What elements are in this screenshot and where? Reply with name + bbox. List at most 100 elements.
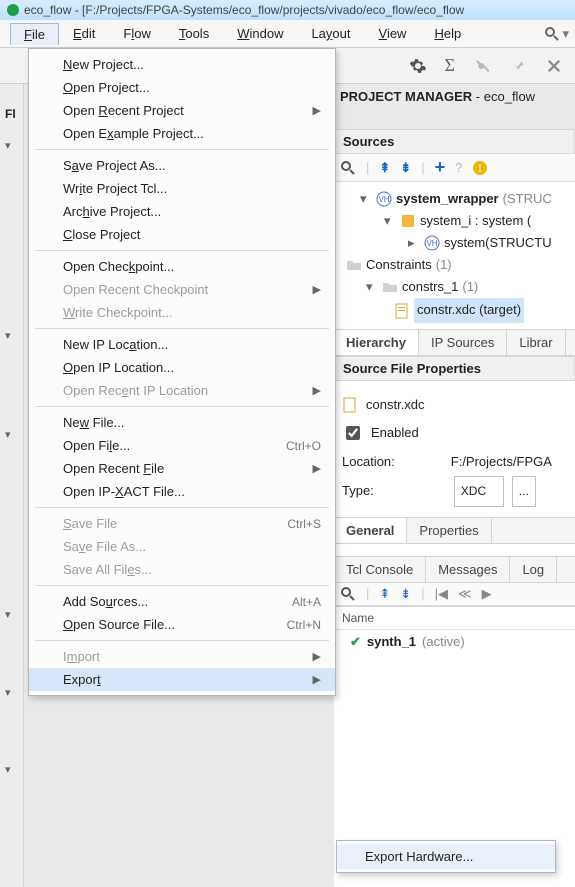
left-strip-label: Fl <box>0 104 21 124</box>
mi-open-ipxact-file[interactable]: Open IP-XACT File... <box>29 480 335 503</box>
mi-open-ip-location[interactable]: Open IP Location... <box>29 356 335 379</box>
enabled-checkbox[interactable] <box>346 426 360 440</box>
app-icon <box>6 3 20 17</box>
file-menu-dropdown: New Project... Open Project... Open Rece… <box>28 48 336 696</box>
tree-row[interactable]: Constraints (1) <box>338 254 571 276</box>
mi-open-file[interactable]: Open File...Ctrl+O <box>29 434 335 457</box>
tab-log[interactable]: Log <box>510 557 557 582</box>
mi-export-hardware[interactable]: Export Hardware... <box>337 844 555 869</box>
mi-open-example-project[interactable]: Open Example Project... <box>29 122 335 145</box>
sources-header: Sources <box>334 129 575 154</box>
type-label: Type: <box>342 477 374 506</box>
menu-edit[interactable]: Edit <box>59 22 109 45</box>
vhdl-icon: VH <box>424 235 440 251</box>
run-row[interactable]: ✔ synth_1 (active) <box>334 630 575 654</box>
mi-open-recent-project[interactable]: Open Recent Project▶ <box>29 99 335 122</box>
mi-open-source-file[interactable]: Open Source File...Ctrl+N <box>29 613 335 636</box>
constraint-file-icon <box>342 397 358 413</box>
svg-text:VH: VH <box>378 195 389 204</box>
sources-toolbar: | ⇞ ⇟ | + ? ! <box>334 154 575 182</box>
constraint-file-icon <box>394 303 410 319</box>
tab-messages[interactable]: Messages <box>426 557 510 582</box>
chevron-down-icon[interactable]: ▾ <box>5 139 11 152</box>
menubar: File Edit Flow Tools Window Layout View … <box>0 20 575 48</box>
tab-libraries[interactable]: Librar <box>507 330 565 355</box>
expand-icon[interactable]: ⇟ <box>400 586 411 602</box>
folder-icon <box>346 257 362 273</box>
export-submenu: Export Hardware... <box>336 840 556 873</box>
tree-row[interactable]: ▾ constrs_1 (1) <box>338 276 571 298</box>
type-more-button[interactable]: ... <box>512 476 536 506</box>
chevron-down-icon[interactable]: ▾ <box>5 686 11 699</box>
menu-window[interactable]: Window <box>223 22 297 45</box>
mi-save-file-as: Save File As... <box>29 535 335 558</box>
tree-row[interactable]: constr.xdc (target) <box>338 298 571 322</box>
mi-export[interactable]: Export▶ <box>29 668 335 691</box>
search-icon <box>544 26 560 42</box>
add-icon[interactable]: + <box>435 157 446 178</box>
chevron-down-icon[interactable]: ▾ <box>5 428 11 441</box>
pin-icon[interactable] <box>509 57 527 75</box>
check-icon: ✔ <box>350 634 361 650</box>
mi-archive-project[interactable]: Archive Project... <box>29 200 335 223</box>
selected-file[interactable]: constr.xdc (target) <box>414 298 524 322</box>
mi-save-all-files: Save All Files... <box>29 558 335 581</box>
chevron-down-icon[interactable]: ▾ <box>5 763 11 776</box>
sources-tree: ▾ VH system_wrapper(STRUC ▾ system_i : s… <box>334 182 575 329</box>
mi-save-file: Save FileCtrl+S <box>29 512 335 535</box>
mi-open-recent-file[interactable]: Open Recent File▶ <box>29 457 335 480</box>
properties-body: constr.xdc Enabled Location: F:/Projects… <box>334 381 575 517</box>
first-icon[interactable]: |◀ <box>435 586 448 602</box>
help-icon[interactable]: ? <box>455 160 462 175</box>
tab-ip-sources[interactable]: IP Sources <box>419 330 507 355</box>
tab-hierarchy[interactable]: Hierarchy <box>334 330 419 355</box>
chevron-down-icon[interactable]: ▾ <box>5 329 11 342</box>
menu-layout[interactable]: Layout <box>297 22 364 45</box>
tree-row[interactable]: ▾ VH system_wrapper(STRUC <box>338 188 571 210</box>
menu-file[interactable]: File <box>10 23 59 45</box>
mi-add-sources[interactable]: Add Sources...Alt+A <box>29 590 335 613</box>
tree-row[interactable]: ▾ system_i : system ( <box>338 210 571 232</box>
menu-view[interactable]: View <box>365 22 421 45</box>
cancel-icon[interactable] <box>545 57 563 75</box>
mi-write-checkpoint: Write Checkpoint... <box>29 301 335 324</box>
expand-icon[interactable]: ⇟ <box>400 160 411 176</box>
gear-icon[interactable] <box>409 57 427 75</box>
prev-icon[interactable]: ≪ <box>458 586 472 602</box>
chevron-down-icon[interactable]: ▾ <box>5 608 11 621</box>
search-icon[interactable] <box>340 160 356 176</box>
tree-row[interactable]: ▸ VH system(STRUCTU <box>338 232 571 254</box>
collapse-icon[interactable]: ⇞ <box>379 160 390 176</box>
tab-general[interactable]: General <box>334 518 407 543</box>
mi-save-project-as[interactable]: Save Project As... <box>29 154 335 177</box>
svg-text:!: ! <box>479 163 483 175</box>
sources-tabs: Hierarchy IP Sources Librar <box>334 329 575 356</box>
block-design-icon <box>400 213 416 229</box>
menu-flow[interactable]: Flow <box>109 22 164 45</box>
tab-tcl-console[interactable]: Tcl Console <box>334 557 426 582</box>
mi-new-ip-location[interactable]: New IP Location... <box>29 333 335 356</box>
mi-close-project[interactable]: Close Project <box>29 223 335 246</box>
mi-import: Import▶ <box>29 645 335 668</box>
titlebar: eco_flow - [F:/Projects/FPGA-Systems/eco… <box>0 0 575 20</box>
search-icon[interactable] <box>340 586 356 602</box>
page-title: PROJECT MANAGER - eco_flow <box>340 89 535 104</box>
type-value[interactable]: XDC <box>454 476 504 506</box>
collapse-icon[interactable]: ⇞ <box>379 586 390 602</box>
file-name-label: constr.xdc <box>366 391 425 420</box>
tab-properties[interactable]: Properties <box>407 518 491 543</box>
location-label: Location: <box>342 448 395 477</box>
play-icon[interactable]: ▶ <box>482 586 492 602</box>
mi-open-project[interactable]: Open Project... <box>29 76 335 99</box>
menu-help[interactable]: Help <box>420 22 475 45</box>
warning-icon[interactable]: ! <box>472 160 488 176</box>
mi-open-checkpoint[interactable]: Open Checkpoint... <box>29 255 335 278</box>
mi-new-file[interactable]: New File... <box>29 411 335 434</box>
menu-tools[interactable]: Tools <box>165 22 223 45</box>
cut-icon[interactable] <box>473 57 491 75</box>
left-collapsed-panel: Fl ▾ ▾ ▾ ▾ ▾ ▾ <box>0 84 24 887</box>
mi-new-project[interactable]: New Project... <box>29 53 335 76</box>
mi-write-project-tcl[interactable]: Write Project Tcl... <box>29 177 335 200</box>
quick-search[interactable]: ▾ <box>544 26 575 42</box>
sigma-icon[interactable]: Σ <box>445 55 455 76</box>
